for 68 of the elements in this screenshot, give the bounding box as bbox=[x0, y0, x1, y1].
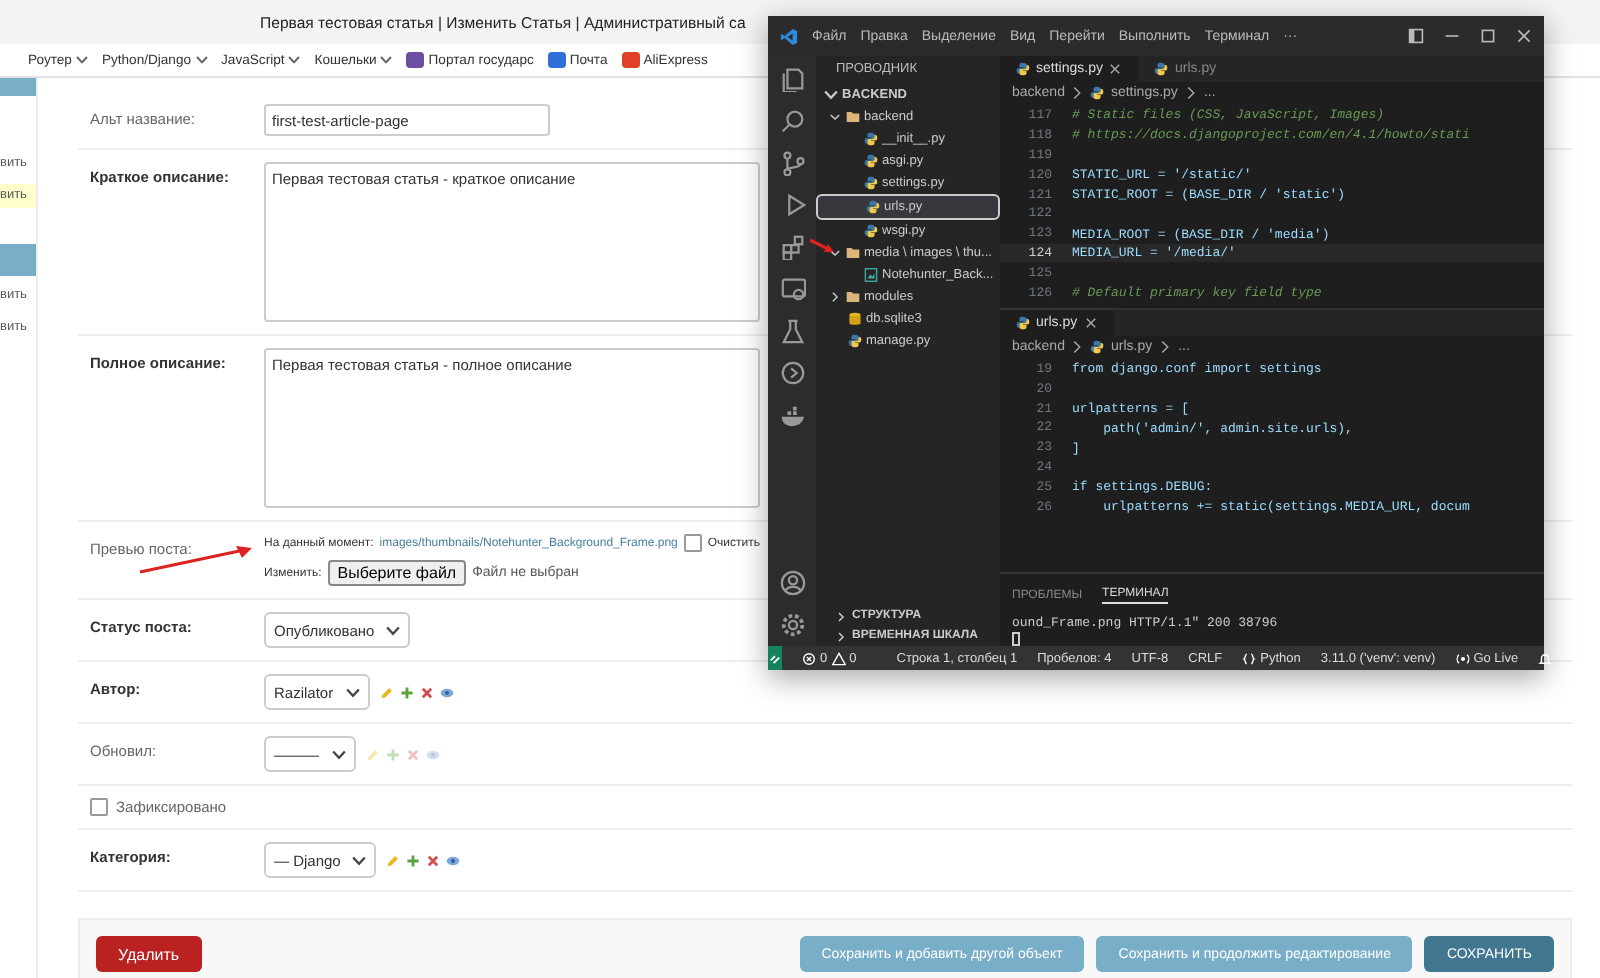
folder-icon bbox=[846, 290, 860, 304]
chevron-down-icon bbox=[828, 110, 842, 124]
chevron-right-icon bbox=[1070, 339, 1085, 354]
sidebar-bar bbox=[0, 244, 36, 276]
caret-icon bbox=[288, 56, 301, 64]
account-icon[interactable] bbox=[779, 570, 805, 596]
python-file-icon bbox=[1090, 339, 1105, 354]
image-file-icon bbox=[864, 268, 878, 282]
python-file-icon bbox=[864, 176, 878, 190]
python-file-icon bbox=[1090, 86, 1105, 100]
delete-icon[interactable] bbox=[426, 853, 441, 867]
folder-icon bbox=[846, 246, 860, 260]
chevron-right-icon bbox=[1158, 339, 1173, 354]
python-file-icon bbox=[1016, 315, 1030, 330]
view-icon[interactable] bbox=[439, 685, 454, 699]
sidebar-bar bbox=[0, 78, 36, 96]
settings-icon[interactable] bbox=[779, 612, 805, 638]
bell-icon[interactable] bbox=[1538, 651, 1553, 665]
whale-icon[interactable] bbox=[779, 402, 805, 428]
remote-button[interactable] bbox=[768, 646, 782, 670]
flask-icon[interactable] bbox=[779, 318, 805, 344]
braces-icon bbox=[1242, 651, 1257, 665]
caret-icon bbox=[824, 87, 838, 101]
caret-icon bbox=[352, 853, 367, 867]
choose-file-button[interactable]: Выберите файл bbox=[327, 560, 467, 586]
python-file-icon bbox=[864, 132, 878, 146]
close-icon[interactable] bbox=[1108, 62, 1123, 76]
python-file-icon bbox=[848, 334, 862, 348]
checkbox[interactable] bbox=[90, 798, 108, 816]
files-icon[interactable] bbox=[779, 66, 805, 92]
chevron-right-icon bbox=[1070, 86, 1085, 100]
monitor-icon[interactable] bbox=[779, 276, 805, 302]
delete-icon[interactable] bbox=[419, 685, 434, 699]
maximize-icon[interactable] bbox=[1480, 28, 1496, 44]
chevron-right-icon bbox=[1183, 86, 1198, 100]
view-icon[interactable] bbox=[446, 853, 461, 867]
add-icon[interactable] bbox=[399, 685, 414, 699]
python-file-icon bbox=[864, 224, 878, 238]
caret-icon bbox=[331, 747, 345, 761]
warning-icon bbox=[831, 651, 846, 665]
layout-icon[interactable] bbox=[1408, 28, 1424, 44]
database-file-icon bbox=[848, 312, 862, 326]
editor-logo-icon bbox=[780, 27, 798, 45]
delete-button[interactable]: Удалить bbox=[96, 936, 202, 972]
caret-icon bbox=[345, 685, 360, 699]
error-icon bbox=[802, 651, 816, 665]
python-file-icon bbox=[1154, 62, 1169, 76]
python-file-icon bbox=[864, 154, 878, 168]
broadcast-icon bbox=[1455, 651, 1470, 665]
chevron-right-icon bbox=[828, 290, 842, 304]
add-icon[interactable] bbox=[406, 853, 421, 867]
caret-icon bbox=[75, 56, 88, 64]
caret-icon bbox=[195, 56, 208, 64]
close-icon[interactable] bbox=[1516, 28, 1532, 44]
arrow-annotation bbox=[808, 238, 836, 254]
caret-icon bbox=[380, 56, 393, 64]
caret-icon bbox=[386, 623, 401, 637]
search-icon[interactable] bbox=[779, 108, 805, 134]
python-file-icon bbox=[1016, 62, 1030, 76]
python-file-icon bbox=[866, 200, 880, 214]
chevron-down-icon bbox=[828, 246, 842, 260]
extensions-icon[interactable] bbox=[779, 234, 805, 260]
circle-play-icon[interactable] bbox=[779, 360, 805, 386]
folder-icon bbox=[846, 110, 860, 124]
checkbox[interactable] bbox=[683, 534, 702, 552]
remote-icon bbox=[768, 651, 782, 665]
branch-icon[interactable] bbox=[779, 150, 805, 176]
close-icon[interactable] bbox=[1083, 315, 1098, 330]
